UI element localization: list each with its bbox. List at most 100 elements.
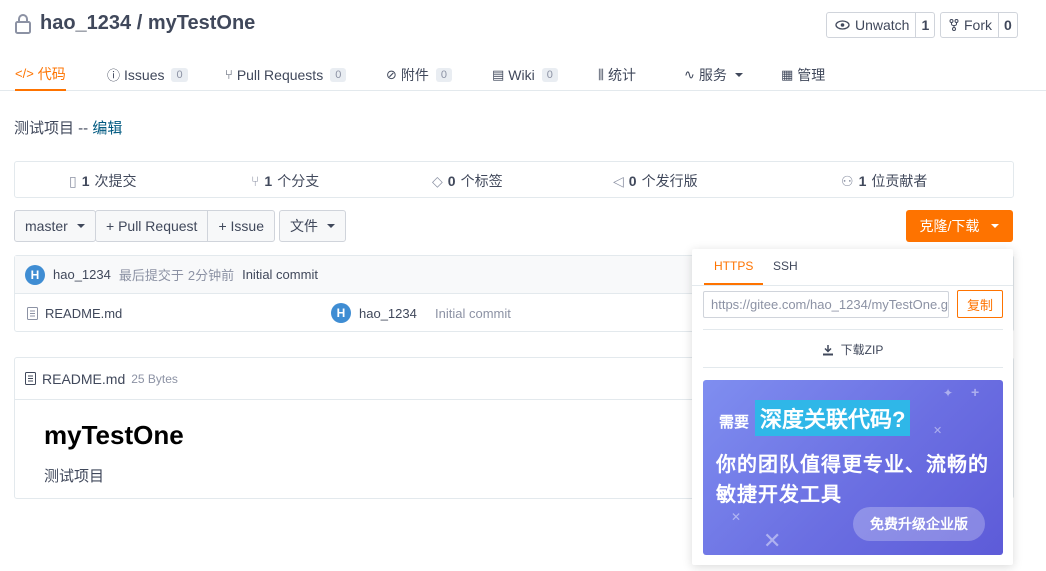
settings-doc-icon: ▦	[781, 66, 794, 82]
branch-icon: ⑂	[251, 173, 260, 189]
tab-wiki[interactable]: ▤ Wiki 0	[492, 58, 558, 91]
lock-icon	[15, 13, 31, 34]
file-icon	[25, 372, 36, 385]
tab-issues[interactable]: ⓘ Issues 0	[107, 58, 188, 91]
file-name-cell[interactable]: README.md	[27, 306, 122, 321]
close-icon: ✕	[731, 510, 742, 524]
attachments-count-badge: 0	[435, 67, 453, 82]
code-icon: </>	[15, 66, 34, 81]
chevron-down-icon	[991, 224, 1000, 228]
new-action-group: + Pull Request + Issue	[95, 210, 275, 242]
tab-label: Pull Requests	[236, 66, 324, 83]
chevron-down-icon	[76, 224, 85, 228]
tab-pull-requests[interactable]: ⑂ Pull Requests 0	[225, 58, 347, 91]
paperclip-icon: ⊘	[386, 66, 397, 82]
tab-label: 管理	[797, 66, 826, 83]
plus-icon: +	[971, 384, 980, 400]
close-icon: ✕	[933, 425, 943, 437]
tab-label: Issues	[124, 66, 165, 83]
enterprise-promo-banner[interactable]: ✦ + ✕ ✕ ✕ 需要 深度关联代码? 你的团队值得更专业、流畅的 敏捷开发工…	[703, 380, 1003, 555]
file-author[interactable]: hao_1234	[359, 306, 417, 321]
banner-line: 你的团队值得更专业、流畅的	[716, 454, 989, 476]
branch-select[interactable]: master	[14, 210, 96, 242]
sparkle-icon: ✦	[943, 386, 954, 400]
stat-number: 0	[447, 173, 456, 189]
download-zip-label: 下载ZIP	[840, 343, 884, 357]
eye-icon	[835, 20, 850, 30]
clone-popup: HTTPS SSH https://gitee.com/hao_1234/myT…	[692, 249, 1013, 565]
upgrade-enterprise-button[interactable]: 免费升级企业版	[853, 507, 985, 541]
chevron-down-icon	[734, 72, 743, 77]
repo-tabs: </> 代码 ⓘ Issues 0 ⑂ Pull Requests 0 ⊘ 附件…	[0, 50, 1046, 91]
repo-stats-bar: ▯ 1 次提交 ⑂ 1 个分支 ◇ 0 个标签 ◁ 0 个发行版 ⚇ 1 位贡献…	[14, 161, 1014, 198]
tab-code[interactable]: </> 代码	[15, 58, 66, 91]
repo-description: 测试项目 -- 编辑	[14, 117, 122, 138]
bar-chart-icon: ⫼	[598, 66, 604, 82]
repo-title: hao_1234 / myTestOne	[14, 12, 255, 35]
clone-url-input[interactable]: https://gitee.com/hao_1234/myTestOne.git	[703, 291, 949, 318]
commit-time: 2分钟前	[187, 268, 235, 283]
issue-icon: ⓘ	[107, 68, 121, 83]
commit-author[interactable]: hao_1234	[53, 267, 111, 282]
banner-prefix: 需要	[719, 414, 750, 431]
avatar[interactable]: H	[331, 303, 351, 323]
unwatch-label: Unwatch	[855, 17, 910, 33]
tab-label: 统计	[607, 66, 636, 83]
file-commit-message[interactable]: Initial commit	[435, 306, 511, 321]
file-name[interactable]: README.md	[45, 306, 122, 321]
avatar[interactable]: H	[25, 264, 45, 285]
stat-releases[interactable]: ◁ 0 个发行版	[613, 171, 698, 191]
repo-name[interactable]: hao_1234 / myTestOne	[40, 12, 255, 35]
tab-manage[interactable]: ▦ 管理	[781, 58, 825, 91]
stat-label: 个标签	[460, 173, 503, 189]
file-author-cell: H hao_1234	[331, 303, 417, 323]
tab-attachments[interactable]: ⊘ 附件 0	[386, 58, 453, 91]
pr-count-badge: 0	[330, 67, 347, 82]
tab-services[interactable]: ∿ 服务	[684, 58, 743, 91]
fork-count[interactable]: 0	[998, 13, 1017, 37]
branch-name: master	[25, 218, 68, 234]
commit-message[interactable]: Initial commit	[242, 267, 318, 282]
release-icon: ◁	[613, 172, 624, 189]
chevron-down-icon	[327, 224, 335, 228]
tab-label: 服务	[698, 66, 727, 83]
stat-label: 位贡献者	[871, 173, 928, 189]
fork-icon	[949, 19, 959, 31]
tab-https[interactable]: HTTPS	[704, 259, 764, 285]
stat-tags[interactable]: ◇ 0 个标签	[432, 171, 503, 191]
banner-line: 敏捷开发工具	[716, 484, 842, 506]
stat-label: 个发行版	[641, 173, 698, 189]
stat-contributors[interactable]: ⚇ 1 位贡献者	[841, 171, 927, 191]
new-issue-button[interactable]: + Issue	[207, 211, 274, 241]
stat-number: 1	[264, 173, 273, 189]
clone-download-label: 克隆/下载	[919, 218, 980, 234]
fork-label: Fork	[964, 17, 992, 33]
copy-button[interactable]: 复制	[957, 290, 1003, 318]
pulse-icon: ∿	[684, 66, 695, 82]
tag-icon: ◇	[432, 172, 443, 189]
tab-label: 代码	[37, 65, 66, 82]
fork-button[interactable]: Fork 0	[940, 12, 1018, 38]
watch-count[interactable]: 1	[915, 13, 934, 37]
stat-commits[interactable]: ▯ 1 次提交	[69, 171, 137, 191]
unwatch-button[interactable]: Unwatch 1	[826, 12, 936, 38]
readme-size: 25 Bytes	[131, 371, 178, 386]
description-text: 测试项目 --	[14, 120, 93, 137]
tab-label: 附件	[400, 66, 429, 83]
tab-stats[interactable]: ⫼ 统计	[598, 58, 636, 91]
tab-ssh[interactable]: SSH	[763, 259, 808, 285]
readme-filename[interactable]: README.md	[42, 371, 125, 387]
download-zip-link[interactable]: 下载ZIP	[692, 341, 1013, 358]
readme-heading: myTestOne	[44, 420, 184, 450]
commit-meta-text: 最后提交于	[118, 268, 184, 283]
new-pull-request-button[interactable]: + Pull Request	[96, 211, 207, 241]
file-icon	[27, 306, 38, 320]
divider	[692, 285, 1013, 286]
close-icon: ✕	[763, 528, 782, 553]
edit-description-link[interactable]: 编辑	[92, 120, 122, 137]
issues-count-badge: 0	[171, 67, 188, 82]
clone-download-button[interactable]: 克隆/下载	[906, 210, 1013, 242]
stat-branches[interactable]: ⑂ 1 个分支	[251, 171, 319, 191]
wiki-count-badge: 0	[541, 67, 558, 82]
file-menu-button[interactable]: 文件	[279, 210, 346, 242]
